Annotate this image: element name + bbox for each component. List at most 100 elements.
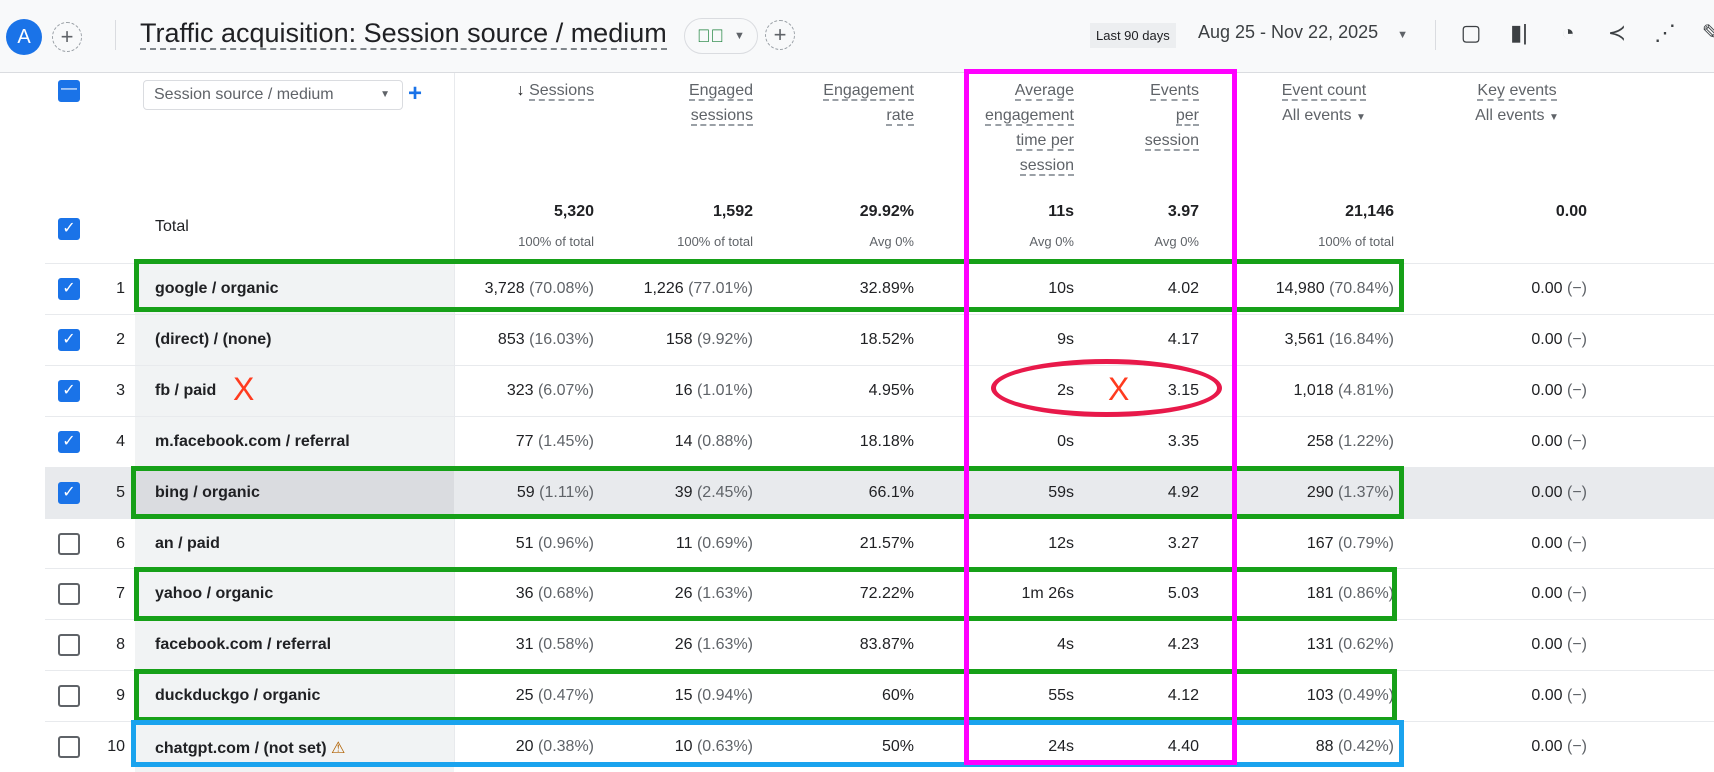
share-icon[interactable]: ≺ [1602,20,1632,46]
engaged-value: 26 [674,636,693,654]
dimension-label: fb / paid [155,381,217,399]
chevron-down-icon: ▼ [1355,112,1366,123]
add-dimension-button[interactable]: + [408,80,422,108]
row-number: 10 [107,738,125,756]
sessions-pct: (0.58%) [537,636,594,654]
total-sessions: 5,320 [553,203,594,220]
sessions-pct: (1.45%) [537,432,594,450]
sessions-pct: (6.07%) [537,381,594,399]
row-checkbox[interactable] [58,634,80,657]
table-row[interactable]: 8 facebook.com / referral 31 (0.58%) 26 … [45,619,1714,671]
sessions-value: 51 [515,534,534,552]
table-row[interactable]: ✓ 4 m.facebook.com / referral 77 (1.45%)… [45,415,1714,467]
filter-label: All events [1475,107,1545,124]
event-count-value: 1,018 [1293,381,1334,399]
key-events-value: 0.00 [1531,280,1563,297]
engaged-pct: (1.63%) [696,636,753,654]
row-dimension[interactable]: (direct) / (none) [155,331,271,349]
row-dimension[interactable]: facebook.com / referral [155,636,331,654]
event-count-value: 167 [1306,534,1334,552]
row-checkbox[interactable]: ✓ [58,481,80,504]
sparkle-trend-icon[interactable]: ⋰ [1650,20,1680,46]
add-button[interactable]: + [765,20,795,50]
header-label: Engagement [823,82,914,101]
total-label: Total [155,218,189,235]
key-events-value: 0.00 [1531,432,1563,450]
row-dimension[interactable]: an / paid [155,535,220,553]
chevron-down-icon: ▼ [734,30,745,42]
table-row[interactable]: ✓ 3 fb / paid 323 (6.07%) 16 (1.01%) 4.9… [45,364,1714,416]
total-checkbox[interactable]: ✓ [58,218,80,240]
header-label: rate [886,107,914,126]
row-checkbox[interactable] [58,532,80,555]
red-x-mark: X [233,371,255,407]
row-number: 5 [116,483,125,501]
header-label: Sessions [529,82,594,101]
date-preset-chip[interactable]: Last 90 days [1090,23,1176,48]
select-all-checkbox[interactable]: — [58,80,80,102]
header-engaged-sessions[interactable]: Engaged sessions [633,78,753,128]
engagement-rate: 18.52% [859,330,914,348]
red-ellipse [991,359,1222,417]
row-number: 6 [116,534,125,552]
engagement-rate: 21.57% [859,534,914,552]
insights-icon[interactable]: ◔ [1553,20,1583,46]
row-dimension[interactable]: m.facebook.com / referral [155,433,350,451]
check-circle-icon: ✓⃝ [697,25,725,46]
key-events-pct: (−) [1567,738,1587,756]
engaged-value: 158 [665,330,693,348]
engaged-value: 16 [674,381,693,399]
total-event_count: 21,146 [1345,203,1394,220]
key-events-pct: (−) [1567,534,1587,552]
row-checkbox[interactable] [58,736,80,759]
total-engaged: 1,592 [712,203,753,220]
key-events-value: 0.00 [1531,636,1563,654]
event-count-pct: (4.81%) [1337,381,1394,399]
add-comparison-button[interactable]: + [52,22,82,52]
engagement-rate: 83.87% [859,636,914,654]
row-number: 3 [116,381,125,399]
dimension-label: (direct) / (none) [155,330,272,348]
dimension-selector[interactable]: Session source / medium ▼ [143,80,403,110]
row-checkbox[interactable]: ✓ [58,430,80,453]
total-rate-sub: Avg 0% [869,234,914,249]
event-count-pct: (0.62%) [1337,636,1394,654]
key-events-value: 0.00 [1531,738,1563,756]
page-title[interactable]: Traffic acquisition: Session source / me… [140,18,667,50]
date-range-picker[interactable]: Aug 25 - Nov 22, 2025 ▼ [1198,22,1408,43]
table-row[interactable]: ✓ 2 (direct) / (none) 853 (16.03%) 158 (… [45,313,1714,365]
divider [115,20,116,50]
row-checkbox[interactable]: ✓ [58,328,80,351]
engaged-pct: (1.01%) [696,381,753,399]
report-header: A + Traffic acquisition: Session source … [0,0,1714,73]
sessions-pct: (16.03%) [529,330,594,348]
row-number: 4 [116,432,125,450]
row-checkbox[interactable] [58,685,80,708]
engaged-pct: (9.92%) [696,330,753,348]
filter-label: All events [1282,107,1352,124]
header-engagement-rate[interactable]: Engagement rate [794,78,914,128]
table-row[interactable]: 6 an / paid 51 (0.96%) 11 (0.69%) 21.57%… [45,517,1714,569]
header-key-events[interactable]: Key events All events ▼ [1447,78,1587,130]
event-count-pct: (16.84%) [1329,330,1394,348]
row-number: 2 [116,330,125,348]
avatar[interactable]: A [6,19,42,55]
key-events-value: 0.00 [1531,687,1563,705]
row-checkbox[interactable]: ✓ [58,379,80,402]
event-count-value: 3,561 [1284,330,1325,348]
engaged-value: 14 [674,432,693,450]
row-checkbox[interactable]: ✓ [58,278,80,300]
header-event-count[interactable]: Event count All events ▼ [1254,78,1394,130]
row-checkbox[interactable] [58,583,80,606]
header-label: sessions [690,107,753,126]
edit-icon[interactable]: ✎ [1696,20,1714,46]
row-dimension[interactable]: fb / paid [155,382,216,400]
header-sessions[interactable]: ↓ Sessions [494,78,594,103]
report-status-button[interactable]: ✓⃝ ▼ [684,18,758,54]
notes-icon[interactable]: ▢ [1456,20,1486,46]
key-filter-dropdown[interactable]: All events ▼ [1475,107,1559,124]
event-count-pct: (0.79%) [1337,534,1394,552]
divider [1435,20,1436,50]
compare-icon[interactable]: ▮| [1504,20,1534,46]
event-filter-dropdown[interactable]: All events ▼ [1282,107,1366,124]
